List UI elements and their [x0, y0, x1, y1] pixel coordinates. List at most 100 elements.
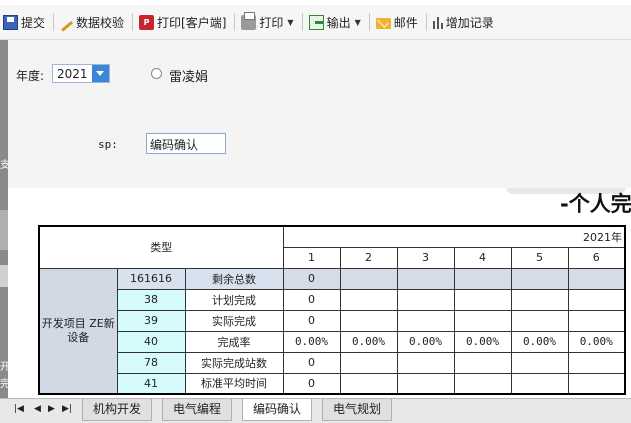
value-cell[interactable] [396, 267, 455, 290]
query-form: 年度: 2021 雷凌娟 sp: 编码确认 [8, 40, 631, 188]
value-cell[interactable]: 0 [282, 351, 341, 374]
value-cell[interactable] [396, 351, 455, 374]
print-button[interactable]: 打印 ▼ [238, 10, 296, 34]
row-code: 39 [116, 309, 186, 332]
print-client-button[interactable]: P 打印[客户端] [136, 10, 229, 34]
add-record-button[interactable]: 增加记录 [430, 10, 497, 34]
sheet-tab[interactable]: 机构开发 [82, 399, 153, 421]
row-name: 完成率 [184, 330, 284, 353]
toolbar: 提交 数据校验 P 打印[客户端] 打印 ▼ 输出 ▼ 邮件 增加记录 [0, 5, 631, 40]
last-sheet-icon[interactable]: ▶| [62, 404, 72, 414]
value-cell[interactable] [510, 288, 569, 311]
value-cell[interactable] [453, 288, 512, 311]
year-select[interactable]: 2021 [52, 64, 110, 83]
person-radio-label[interactable]: 雷凌娟 [169, 66, 208, 85]
table-row: 78 实际完成站数 0 [39, 351, 626, 374]
add-record-label: 增加记录 [445, 15, 494, 30]
month-header: 6 [567, 246, 626, 269]
export-label: 输出 [326, 15, 351, 30]
pdf-icon: P [139, 14, 155, 30]
sheet-tab[interactable]: 电气规划 [322, 399, 393, 421]
validate-button[interactable]: 数据校验 [57, 10, 127, 34]
export-button[interactable]: 输出 ▼ [306, 10, 364, 34]
sheet-tab[interactable]: 电气编程 [162, 399, 233, 421]
validate-label: 数据校验 [76, 15, 125, 30]
save-icon [3, 14, 18, 30]
row-code: 38 [116, 288, 186, 311]
row-code: 41 [116, 372, 186, 395]
value-cell[interactable] [567, 288, 626, 311]
value-cell[interactable]: 0 [282, 288, 341, 311]
toolbar-separator [234, 13, 236, 31]
sheet-tab-active[interactable]: 编码确认 [242, 399, 313, 421]
value-cell[interactable] [567, 351, 626, 374]
table-row: 41 标准平均时间 0 [39, 372, 626, 395]
pencil-check-icon [59, 18, 74, 32]
first-sheet-icon[interactable]: |◀ [14, 404, 24, 414]
value-cell[interactable]: 0 [282, 267, 341, 290]
row-name: 剩余总数 [184, 267, 284, 290]
row-name: 计划完成 [184, 288, 284, 311]
value-cell[interactable]: 0.00% [396, 330, 455, 353]
value-cell[interactable] [453, 351, 512, 374]
toolbar-separator [132, 13, 134, 31]
value-cell[interactable] [396, 288, 455, 311]
next-sheet-icon[interactable]: ▶ [48, 404, 55, 414]
value-cell[interactable] [339, 372, 398, 395]
sp-input[interactable]: 编码确认 [146, 133, 226, 154]
report-area: -个人完 类型 2021年 1 2 3 4 5 6 开发项目 ZE新设备 161… [8, 188, 631, 398]
report-title: -个人完 [560, 192, 631, 216]
value-cell[interactable] [396, 372, 455, 395]
printer-icon [241, 11, 257, 30]
row-code: 161616 [116, 267, 186, 290]
value-cell[interactable] [510, 267, 569, 290]
value-cell[interactable] [567, 267, 626, 290]
value-cell[interactable]: 0.00% [282, 330, 341, 353]
value-cell[interactable] [510, 372, 569, 395]
year-label: 年度: [16, 69, 45, 83]
value-cell[interactable] [453, 372, 512, 395]
value-cell[interactable] [339, 288, 398, 311]
sp-label: sp: [98, 138, 118, 151]
value-cell[interactable] [453, 309, 512, 332]
group-label: 开发项目 ZE新设备 [38, 267, 118, 395]
month-header: 1 [282, 246, 341, 269]
add-record-icon [432, 15, 443, 30]
value-cell[interactable] [510, 351, 569, 374]
submit-button[interactable]: 提交 [0, 10, 48, 34]
month-header: 4 [453, 246, 512, 269]
sheet-tab-bar: |◀ ◀ ▶ ▶| 机构开发 电气编程 编码确认 电气规划 [0, 398, 631, 423]
mail-icon [375, 17, 391, 29]
value-cell[interactable]: 0.00% [567, 330, 626, 353]
submit-label: 提交 [21, 15, 46, 30]
left-strip-block [0, 210, 8, 250]
value-cell[interactable] [567, 372, 626, 395]
person-radio[interactable] [151, 68, 162, 79]
toolbar-separator [368, 13, 370, 31]
month-header: 5 [510, 246, 569, 269]
value-cell[interactable] [339, 309, 398, 332]
value-cell[interactable] [339, 267, 398, 290]
value-cell[interactable]: 0.00% [453, 330, 512, 353]
chevron-down-icon[interactable]: ▼ [287, 18, 293, 27]
value-cell[interactable]: 0 [282, 309, 341, 332]
left-panel-edge: 支 开 完 [0, 40, 10, 410]
value-cell[interactable] [510, 309, 569, 332]
type-header: 类型 [38, 225, 284, 269]
value-cell[interactable]: 0 [282, 372, 341, 395]
value-cell[interactable]: 0.00% [510, 330, 569, 353]
chevron-down-icon[interactable]: ▼ [355, 18, 361, 27]
value-cell[interactable] [339, 351, 398, 374]
value-cell[interactable] [567, 309, 626, 332]
table-row: 38 计划完成 0 [39, 288, 626, 311]
value-cell[interactable] [396, 309, 455, 332]
year-value: 2021 [57, 67, 88, 81]
prev-sheet-icon[interactable]: ◀ [34, 404, 41, 414]
print-label: 打印 [259, 15, 284, 30]
toolbar-separator [53, 13, 55, 31]
value-cell[interactable]: 0.00% [339, 330, 398, 353]
dropdown-arrow-icon[interactable] [92, 65, 109, 82]
value-cell[interactable] [453, 267, 512, 290]
mail-button[interactable]: 邮件 [373, 10, 421, 34]
toolbar-separator [425, 13, 427, 31]
